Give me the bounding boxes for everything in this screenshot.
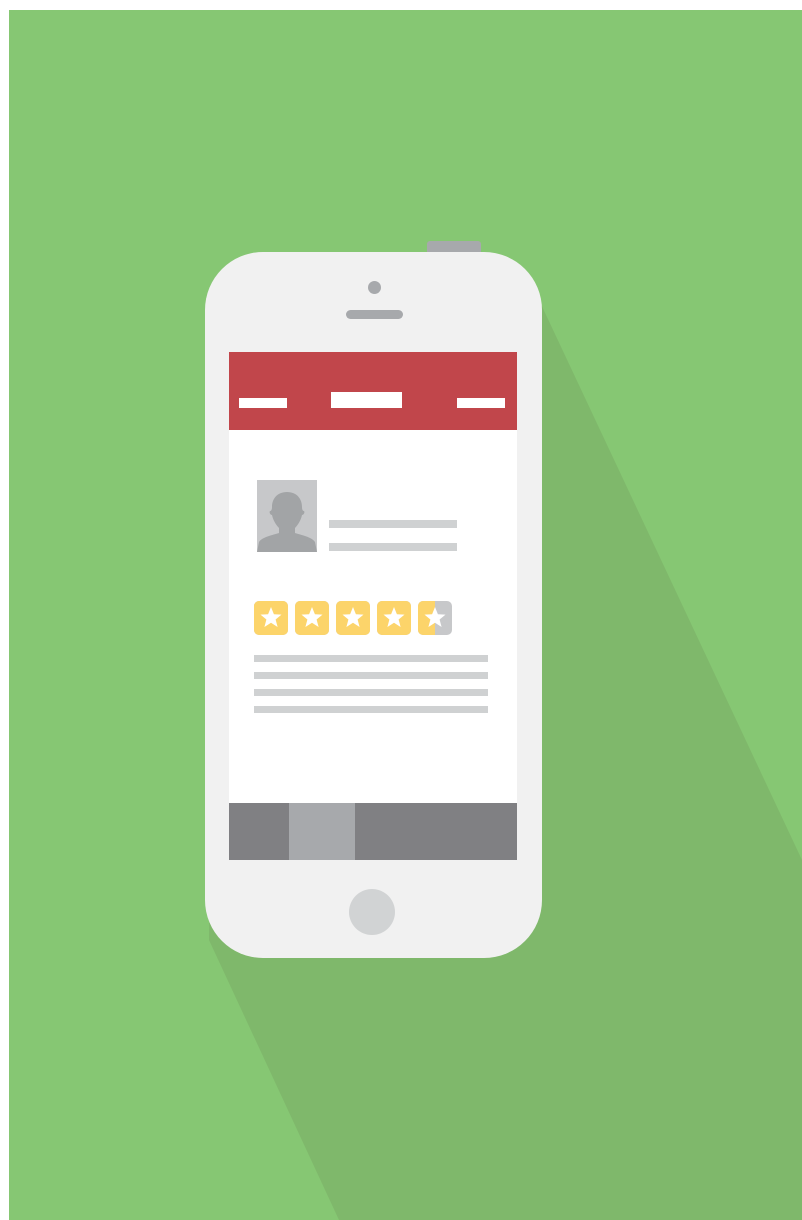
app-header-bar xyxy=(229,352,517,430)
phone-screen xyxy=(229,352,517,860)
tab-item[interactable] xyxy=(436,803,517,860)
menu-placeholder-icon[interactable] xyxy=(239,398,287,408)
avatar xyxy=(257,480,317,552)
earpiece-speaker xyxy=(346,310,403,319)
star-icon[interactable] xyxy=(254,601,288,635)
star-glyph xyxy=(260,607,282,627)
review-text-line xyxy=(254,655,488,662)
header-title-placeholder xyxy=(331,392,402,408)
star-icon[interactable] xyxy=(336,601,370,635)
reviewer-name-placeholder xyxy=(329,520,457,528)
user-silhouette-icon xyxy=(257,480,317,552)
action-placeholder-icon[interactable] xyxy=(457,398,505,408)
review-text-line xyxy=(254,706,488,713)
review-text-line xyxy=(254,689,488,696)
star-glyph xyxy=(383,607,405,627)
star-glyph xyxy=(301,607,323,627)
star-glyph xyxy=(424,607,446,627)
star-glyph xyxy=(342,607,364,627)
star-icon[interactable] xyxy=(377,601,411,635)
review-text-line xyxy=(254,672,488,679)
tab-item[interactable] xyxy=(229,803,289,860)
tab-item[interactable] xyxy=(355,803,436,860)
bottom-tab-bar xyxy=(229,803,517,860)
front-camera xyxy=(368,281,381,294)
tab-item[interactable] xyxy=(289,803,355,860)
star-icon[interactable] xyxy=(295,601,329,635)
star-icon[interactable] xyxy=(418,601,452,635)
reviewer-meta-placeholder xyxy=(329,543,457,551)
home-button[interactable] xyxy=(349,889,395,935)
review-card xyxy=(229,430,517,803)
